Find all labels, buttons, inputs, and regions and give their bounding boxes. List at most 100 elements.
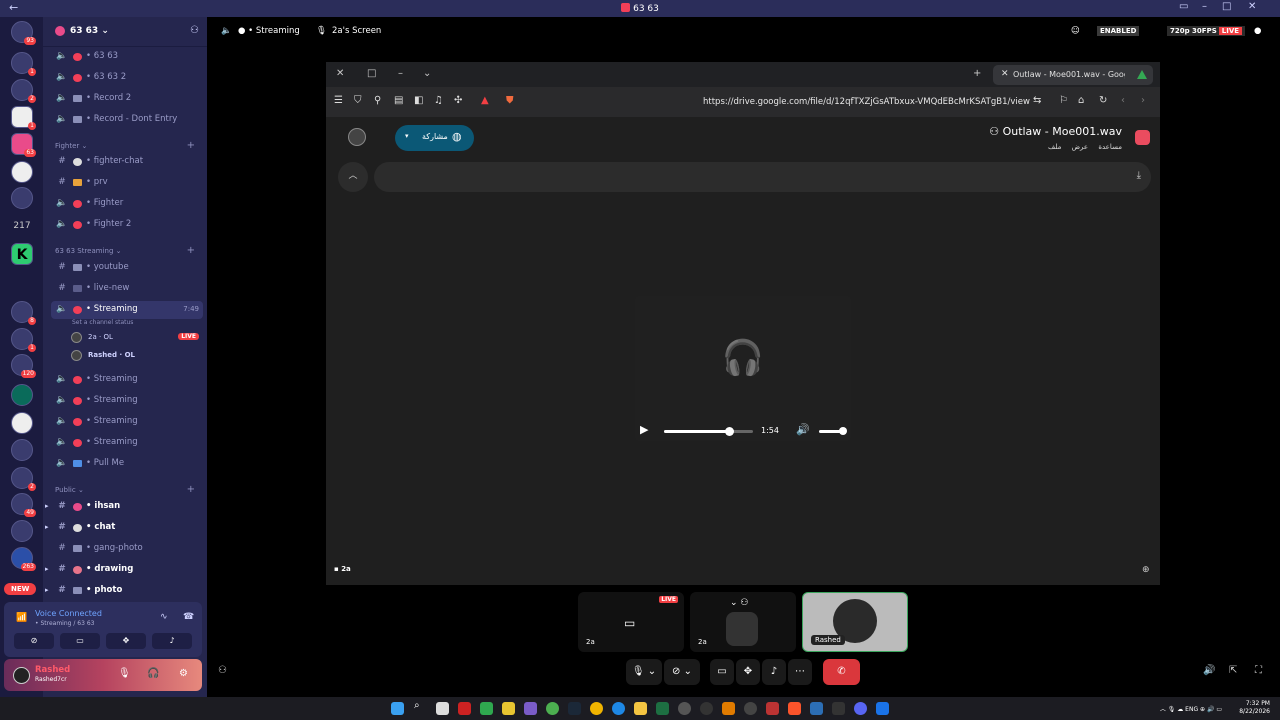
app-icon[interactable] <box>832 702 845 715</box>
music-icon[interactable]: ♫ <box>434 95 443 106</box>
close-icon[interactable]: ✕ <box>336 68 344 79</box>
add-channel-icon[interactable]: + <box>187 484 195 495</box>
text-channel[interactable]: # • fighter-chat <box>51 153 203 171</box>
add-user-icon[interactable]: ⚇ <box>218 665 227 676</box>
screen-share-button[interactable]: ▭ <box>710 659 734 685</box>
category-streaming[interactable]: 63 63 Streaming ⌄ + <box>55 245 203 256</box>
app-icon[interactable] <box>876 702 889 715</box>
system-tray[interactable]: ︿ 🎙 ☁ ENG ⊕ 🔊 ▭ <box>1160 704 1222 713</box>
app-icon[interactable] <box>700 702 713 715</box>
brave-icon[interactable] <box>788 702 801 715</box>
menu-icon[interactable]: ☰ <box>334 95 343 106</box>
steam-icon[interactable] <box>568 702 581 715</box>
reload-icon[interactable]: ↻ <box>1099 95 1107 106</box>
user-tile[interactable]: ⌄ ⚇ 2a <box>690 592 796 652</box>
app-icon[interactable] <box>458 702 471 715</box>
discord-icon[interactable] <box>854 702 867 715</box>
forward-icon[interactable]: › <box>1141 95 1145 106</box>
text-channel[interactable]: # • live-new <box>51 280 203 298</box>
inbox-icon[interactable]: ▭ <box>1179 1 1188 12</box>
maximize-icon[interactable]: □ <box>367 68 376 79</box>
app-icon[interactable] <box>766 702 779 715</box>
noise-suppression-icon[interactable]: ∿ <box>160 612 168 622</box>
extensions-icon[interactable]: ✣ <box>454 95 462 106</box>
text-channel[interactable]: ▸ # • chat <box>45 519 203 537</box>
headphones-icon[interactable]: 🎧 <box>147 668 159 679</box>
server-icon[interactable] <box>11 384 33 406</box>
activities-button[interactable]: ✥ <box>106 633 146 649</box>
reader-icon[interactable]: ▤ <box>394 95 403 106</box>
app-icon[interactable] <box>722 702 735 715</box>
server-icon[interactable]: K <box>11 243 33 265</box>
server-header[interactable]: 63 63 ⌄ ⚇ <box>43 17 207 47</box>
voice-channel[interactable]: 🔈 • 63 63 <box>51 48 203 66</box>
pin-icon[interactable]: ⚲ <box>374 95 381 106</box>
server-icon[interactable]: 2 <box>11 79 36 103</box>
app-icon[interactable] <box>678 702 691 715</box>
text-channel[interactable]: # • youtube <box>51 259 203 277</box>
popout-icon[interactable]: ⇱ <box>1229 665 1237 676</box>
invite-icon[interactable]: ⚇ <box>190 25 199 36</box>
file-explorer-icon[interactable] <box>634 702 647 715</box>
search-icon[interactable]: ⌕ <box>414 700 427 713</box>
brave-shield-icon[interactable]: ⛊ <box>506 95 514 106</box>
soundboard-button[interactable]: ♪ <box>762 659 786 685</box>
stream-tile[interactable]: LIVE ▭ 2a <box>578 592 684 652</box>
new-badge[interactable]: NEW <box>4 583 37 595</box>
volume-icon[interactable]: 🔊 <box>796 423 810 436</box>
task-view-icon[interactable] <box>436 702 449 715</box>
server-icon[interactable] <box>11 439 33 461</box>
back-icon[interactable]: ‹ <box>1121 95 1125 106</box>
app-icon[interactable] <box>524 702 537 715</box>
server-icon[interactable]: 1 <box>11 328 36 352</box>
seek-handle[interactable] <box>724 427 734 436</box>
voice-channel-active[interactable]: 🔈 • Streaming 7:49 <box>51 301 203 319</box>
play-icon[interactable]: ▶ <box>640 423 648 436</box>
add-channel-icon[interactable]: + <box>187 245 195 256</box>
screen-share-button[interactable]: ▭ <box>60 633 100 649</box>
address-bar[interactable]: https://drive.google.com/file/d/12qfTXZj… <box>703 97 1030 107</box>
leave-call-button[interactable]: ✆ <box>823 659 860 685</box>
text-channel[interactable]: ▸ # • ihsan <box>45 498 203 516</box>
voice-channel[interactable]: 🔈 • Streaming <box>51 413 203 431</box>
xbox-icon[interactable] <box>480 702 493 715</box>
server-icon[interactable]: 49 <box>11 493 36 517</box>
server-icon[interactable]: 8 <box>11 301 36 325</box>
server-icon[interactable]: 2 <box>11 467 36 491</box>
chat-icon[interactable]: ● <box>1254 26 1261 36</box>
server-icon[interactable] <box>11 187 33 209</box>
voice-channel[interactable]: 🔈 • Record 2 <box>51 90 203 108</box>
camera-toggle[interactable]: ⊘ ⌄ <box>664 659 700 685</box>
permissions-icon[interactable]: ⇆ <box>1033 95 1041 106</box>
maximize-icon[interactable]: □ <box>1222 1 1231 12</box>
server-icon[interactable] <box>11 520 33 542</box>
fullscreen-icon[interactable]: ⛶ <box>1255 665 1262 676</box>
folder-icon[interactable] <box>11 273 33 295</box>
server-icon[interactable]: 120 <box>11 354 36 378</box>
new-tab-icon[interactable]: + <box>973 68 981 79</box>
server-icon[interactable]: 1 <box>11 52 36 76</box>
disconnect-icon[interactable]: ☎ <box>183 612 194 622</box>
app-icon[interactable] <box>590 702 603 715</box>
shield-icon[interactable]: ⛉ <box>354 95 362 106</box>
activities-button[interactable]: ✥ <box>736 659 760 685</box>
text-channel[interactable]: # • prv <box>51 174 203 192</box>
voice-channel[interactable]: 🔈 • Fighter <box>51 195 203 213</box>
start-icon[interactable] <box>391 702 404 715</box>
server-icon[interactable] <box>11 412 33 434</box>
app-icon[interactable] <box>612 702 625 715</box>
volume-handle[interactable] <box>839 427 847 435</box>
browser-tab[interactable]: ✕ Outlaw - Moe001.wav - Goog <box>993 65 1153 85</box>
clock[interactable]: 7:32 PM 8/22/2026 <box>1239 700 1270 716</box>
app-icon[interactable] <box>810 702 823 715</box>
server-icon[interactable]: 1 <box>11 106 36 130</box>
voice-channel[interactable]: 🔈 • Fighter 2 <box>51 216 203 234</box>
server-icon[interactable]: 93 <box>11 21 36 45</box>
download-icon[interactable]: ⤓ <box>1137 170 1141 181</box>
quality-badge[interactable]: 720p 30FPS LIVE <box>1167 26 1246 36</box>
sidebar-icon[interactable]: ◧ <box>414 95 423 106</box>
add-friend-icon[interactable]: ⌄ ⚇ <box>730 598 748 608</box>
voice-channel[interactable]: 🔈 • Pull Me <box>51 455 203 473</box>
category-public[interactable]: Public ⌄ + <box>55 484 203 495</box>
zoom-icon[interactable]: ⊕ <box>1142 565 1150 575</box>
